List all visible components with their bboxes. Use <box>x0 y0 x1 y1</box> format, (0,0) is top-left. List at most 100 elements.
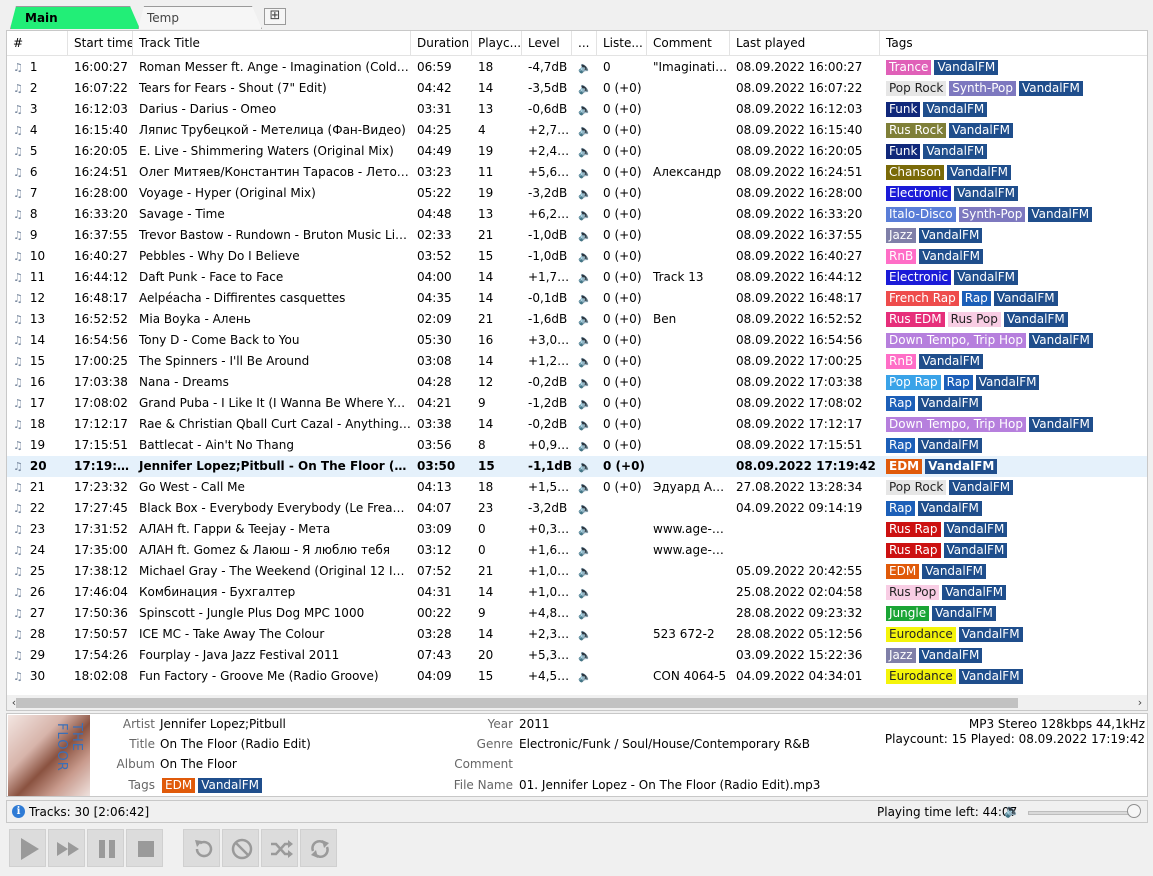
table-row[interactable]: ♫ 22 17:27:45 Black Box - Everybody Everybo… <box>7 498 1147 519</box>
volume-slider-knob[interactable] <box>1127 804 1142 818</box>
table-row[interactable]: ♫ 17 17:08:02 Grand Puba - I Like It (I Wan… <box>7 393 1147 414</box>
speaker-icon[interactable]: 🔈 <box>578 397 592 410</box>
table-row[interactable]: ♫ 25 17:38:12 Michael Gray - The Weekend (O… <box>7 561 1147 582</box>
speaker-icon[interactable]: 🔈 <box>578 607 592 620</box>
speaker-icon[interactable]: 🔈 <box>578 355 592 368</box>
play-button[interactable] <box>9 829 46 867</box>
row-last-played: 08.09.2022 16:44:12 <box>736 270 863 284</box>
loop-button[interactable] <box>300 829 337 867</box>
speaker-icon[interactable]: 🔈 <box>578 334 592 347</box>
speaker-icon[interactable]: 🔈 <box>578 544 592 557</box>
table-row[interactable]: ♫ 13 16:52:52 Mia Boyka - Алень 02:09 21 -1,6d… <box>7 309 1147 330</box>
table-row[interactable]: ♫ 11 16:44:12 Daft Punk - Face to Face 04:00… <box>7 267 1147 288</box>
row-preview: 🔈 <box>572 162 597 183</box>
row-number: ♫ 21 <box>13 480 46 494</box>
row-level: -1,0dB <box>528 228 568 242</box>
speaker-icon[interactable]: 🔈 <box>578 292 592 305</box>
music-note-icon: ♫ <box>13 607 23 620</box>
table-row[interactable]: ♫ 5 16:20:05 E. Live - Shimmering Waters (O… <box>7 141 1147 162</box>
speaker-icon[interactable]: 🔈 <box>578 649 592 662</box>
table-row[interactable]: ♫ 12 16:48:17 Aelpéacha - Diffirentes casqu… <box>7 288 1147 309</box>
col-comment[interactable]: Comment <box>647 31 730 56</box>
add-tab-button[interactable]: ⊞ <box>264 8 286 25</box>
col-number[interactable]: # <box>7 31 68 56</box>
scroll-right-icon[interactable]: › <box>1133 695 1147 710</box>
volume-slider[interactable] <box>1028 811 1140 815</box>
speaker-icon[interactable]: 🔈 <box>578 313 592 326</box>
row-level: -1,6dB <box>528 312 568 326</box>
col-last-played[interactable]: Last played <box>730 31 880 56</box>
stop-button[interactable] <box>126 829 163 867</box>
tab-temp[interactable]: Temp <box>138 6 262 29</box>
speaker-icon[interactable]: 🔈 <box>578 481 592 494</box>
horizontal-scrollbar[interactable]: ‹ › <box>7 695 1147 710</box>
speaker-icon[interactable]: 🔈 <box>578 250 592 263</box>
col-tags[interactable]: Tags <box>880 31 1147 56</box>
table-row[interactable]: ♫ 1 16:00:27 Roman Messer ft. Ange - Imagin… <box>7 57 1147 78</box>
tag-badge: EDM <box>886 459 923 474</box>
speaker-icon[interactable]: 🔈 <box>578 103 592 116</box>
speaker-icon[interactable]: 🔈 <box>578 82 592 95</box>
col-level[interactable]: Level <box>522 31 572 56</box>
speaker-icon[interactable]: 🔈 <box>578 418 592 431</box>
speaker-icon[interactable]: 🔈 <box>578 271 592 284</box>
speaker-icon[interactable]: 🔈 <box>578 187 592 200</box>
table-row[interactable]: ♫ 29 17:54:26 Fourplay - Java Jazz Festival… <box>7 645 1147 666</box>
table-row[interactable]: ♫ 27 17:50:36 Spinscott - Jungle Plus Dog M… <box>7 603 1147 624</box>
table-row[interactable]: ♫ 30 18:02:08 Fun Factory - Groove Me (Radi… <box>7 666 1147 687</box>
table-row[interactable]: ♫ 6 16:24:51 Олег Митяев/Константин Тарасов… <box>7 162 1147 183</box>
speaker-icon[interactable]: 🔈 <box>578 61 592 74</box>
speaker-icon[interactable]: 🔈 <box>578 124 592 137</box>
col-start-time[interactable]: Start time <box>68 31 133 56</box>
pause-button[interactable] <box>87 829 124 867</box>
speaker-icon[interactable]: 🔈 <box>578 166 592 179</box>
table-row[interactable]: ♫ 9 16:37:55 Trevor Bastow - Rundown - Brut… <box>7 225 1147 246</box>
table-row[interactable]: ♫ 15 17:00:25 The Spinners - I'll Be Around… <box>7 351 1147 372</box>
table-row[interactable]: ♫ 18 17:12:17 Rae & Christian Qball Curt Ca… <box>7 414 1147 435</box>
track-list[interactable]: # Start time Track Title Duration Playc.… <box>6 30 1148 711</box>
table-row[interactable]: ♫ 19 17:15:51 Battlecat - Ain't No Thang 03:… <box>7 435 1147 456</box>
table-row[interactable]: ♫ 28 17:50:57 ICE MC - Take Away The Colour… <box>7 624 1147 645</box>
table-row[interactable]: ♫ 23 17:31:52 АЛАН ft. Гарри & Teejay - Мет… <box>7 519 1147 540</box>
table-row[interactable]: ♫ 10 16:40:27 Pebbles - Why Do I Believe 03:… <box>7 246 1147 267</box>
shuffle-button[interactable] <box>261 829 298 867</box>
table-row[interactable]: ♫ 16 17:03:38 Nana - Dreams 04:28 12 -0,2dB 🔈 0 … <box>7 372 1147 393</box>
table-row[interactable]: ♫ 8 16:33:20 Savage - Time 04:48 13 +6,2dB 🔈 0 (… <box>7 204 1147 225</box>
speaker-icon[interactable]: 🔈 <box>578 502 592 515</box>
block-button[interactable] <box>222 829 259 867</box>
table-row[interactable]: ♫ 24 17:35:00 АЛАН ft. Gomez & Лаюш - Я люб… <box>7 540 1147 561</box>
table-row[interactable]: ♫ 14 16:54:56 Tony D - Come Back to You 05:3… <box>7 330 1147 351</box>
tab-main[interactable]: Main <box>10 6 140 29</box>
row-duration: 04:21 <box>417 396 452 410</box>
speaker-icon[interactable]: 🔈 <box>578 145 592 158</box>
speaker-icon[interactable]: 🔈 <box>578 208 592 221</box>
speaker-icon[interactable]: 🔈 <box>578 670 592 683</box>
col-duration[interactable]: Duration <box>411 31 472 56</box>
table-row[interactable]: ♫ 26 17:46:04 Комбинация - Бухгалтер 04:31 14… <box>7 582 1147 603</box>
speaker-icon[interactable]: 🔈 <box>578 460 592 473</box>
speaker-icon[interactable]: 🔈 <box>578 523 592 536</box>
repeat-button[interactable] <box>183 829 220 867</box>
row-start-time: 16:12:03 <box>74 102 128 116</box>
col-listeners[interactable]: Liste... <box>597 31 647 56</box>
speaker-icon[interactable]: 🔈 <box>578 628 592 641</box>
speaker-icon[interactable]: 🔈 <box>578 439 592 452</box>
table-row[interactable]: ♫ 4 16:15:40 Ляпис Трубецкой - Метелица (Фа… <box>7 120 1147 141</box>
table-row[interactable]: ♫ 7 16:28:00 Voyage - Hyper (Original Mix) 0… <box>7 183 1147 204</box>
speaker-icon[interactable]: 🔈 <box>578 376 592 389</box>
table-row[interactable]: ♫ 21 17:23:32 Go West - Call Me 04:13 18 +1,5d… <box>7 477 1147 498</box>
next-button[interactable] <box>48 829 85 867</box>
col-more[interactable]: ... <box>572 31 597 56</box>
scroll-thumb[interactable] <box>16 698 1018 708</box>
col-track-title[interactable]: Track Title <box>133 31 411 56</box>
volume-icon[interactable]: 🔈 <box>1004 804 1020 819</box>
table-row[interactable]: ♫ 20 17:19:42 Jennifer Lopez;Pitbull - On T… <box>7 456 1147 477</box>
table-row[interactable]: ♫ 2 16:07:22 Tears for Fears - Shout (7" Ed… <box>7 78 1147 99</box>
speaker-icon[interactable]: 🔈 <box>578 229 592 242</box>
speaker-icon[interactable]: 🔈 <box>578 565 592 578</box>
artist-label: Artist <box>122 717 155 731</box>
row-listeners: 0 (+0) <box>603 375 642 389</box>
table-row[interactable]: ♫ 3 16:12:03 Darius - Darius - Omeo 03:31 13 -… <box>7 99 1147 120</box>
speaker-icon[interactable]: 🔈 <box>578 586 592 599</box>
col-playcount[interactable]: Playc... <box>472 31 522 56</box>
